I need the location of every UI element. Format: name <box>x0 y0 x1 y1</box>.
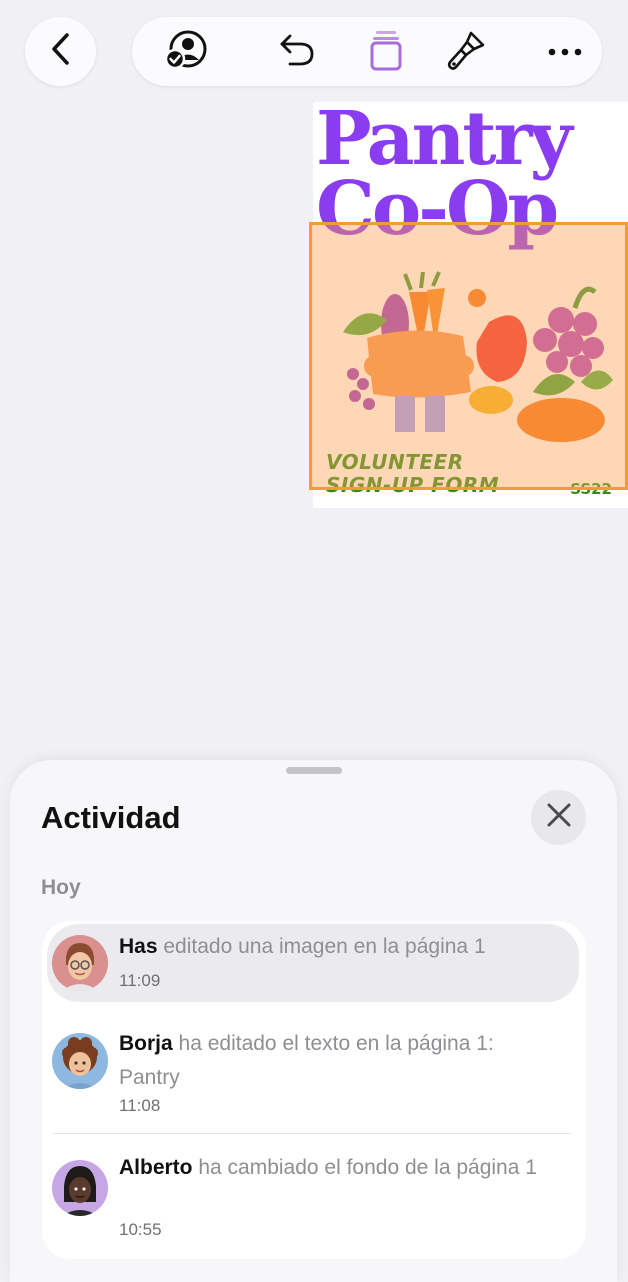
activity-text: Alberto ha cambiado el fondo de la págin… <box>119 1156 537 1179</box>
divider <box>53 1133 571 1134</box>
list-item[interactable]: Has editado una imagen en la página 1 11… <box>42 921 586 1005</box>
avatar <box>52 935 108 991</box>
more-button[interactable] <box>544 31 586 73</box>
close-icon <box>546 802 572 833</box>
list-item[interactable]: Alberto ha cambiado el fondo de la págin… <box>42 1143 586 1253</box>
collaborate-button[interactable] <box>164 30 208 75</box>
undo-icon <box>278 32 316 73</box>
close-button[interactable] <box>531 790 586 845</box>
top-toolbar <box>132 17 602 86</box>
section-label-today: Hoy <box>41 876 81 899</box>
activity-time: 11:09 <box>119 971 161 990</box>
format-button[interactable] <box>446 31 488 73</box>
pages-button[interactable] <box>365 29 407 76</box>
avatar <box>52 1033 108 1089</box>
list-item[interactable]: Borja ha editado el texto en la página 1… <box>42 1019 586 1129</box>
activity-list: Has editado una imagen en la página 1 11… <box>42 921 586 1259</box>
undo-button[interactable] <box>276 31 318 73</box>
chevron-left-icon <box>50 32 72 71</box>
selected-image-frame[interactable] <box>309 222 628 490</box>
activity-time: 11:08 <box>119 1096 161 1115</box>
pages-icon <box>369 29 403 76</box>
activity-text: Borja ha editado el texto en la página 1… <box>119 1032 494 1089</box>
activity-sheet: Actividad Hoy Has editado una imagen en … <box>10 760 617 1282</box>
collaborate-icon <box>164 30 208 75</box>
more-icon <box>548 43 582 61</box>
paintbrush-icon <box>447 29 487 76</box>
sheet-title: Actividad <box>41 800 181 835</box>
back-button[interactable] <box>25 17 96 86</box>
activity-time: 10:55 <box>119 1220 162 1239</box>
sheet-grabber[interactable] <box>286 767 342 774</box>
avatar <box>52 1160 108 1216</box>
activity-text: Has editado una imagen en la página 1 <box>119 935 486 958</box>
